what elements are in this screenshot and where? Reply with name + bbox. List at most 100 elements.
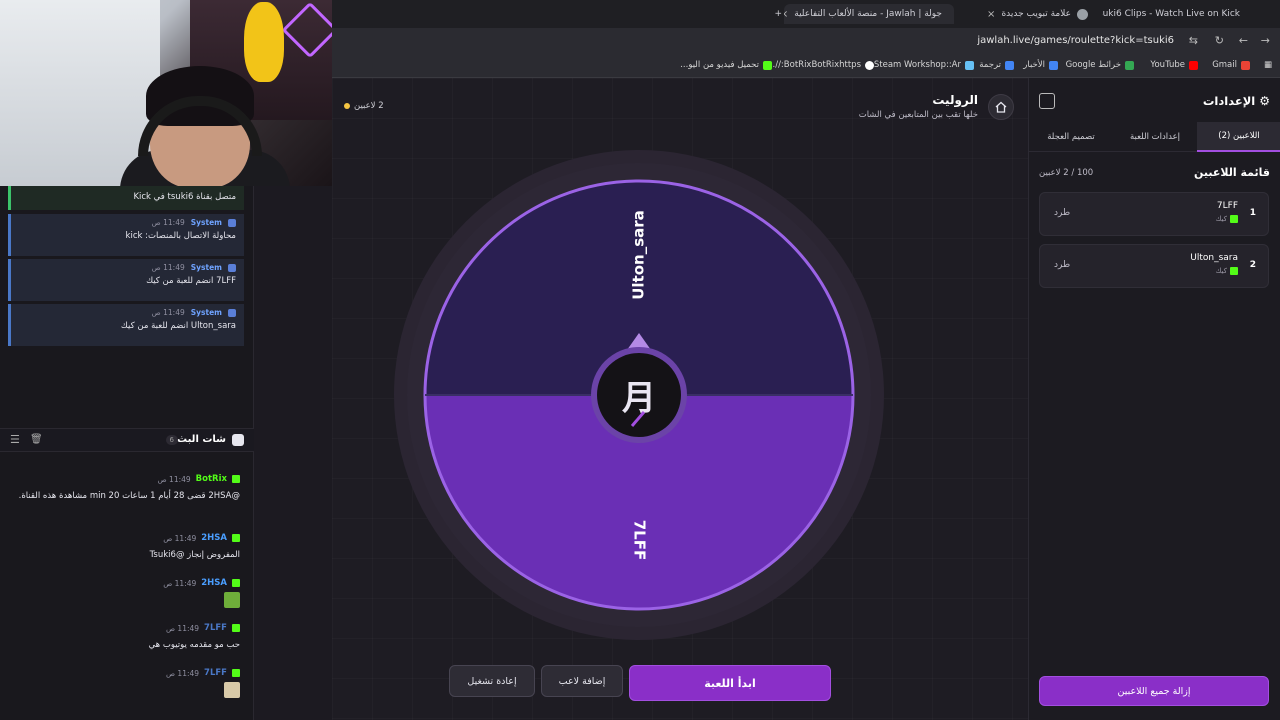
player-platform: كيك — [1216, 215, 1238, 223]
emote-icon — [224, 592, 240, 608]
wheel-graphic: Ulton_sara 7LFF 月 — [407, 163, 871, 627]
bookmarks-bar: ▦ Gmail YouTube خرائط Google الأخبار ترج… — [332, 56, 1280, 78]
player-row: 1 7LFF كيك طرد — [1039, 192, 1269, 236]
message-time: 11:49 ص — [163, 578, 197, 588]
message-user[interactable]: 2HSA — [201, 578, 227, 588]
browser-url-bar: → ← ↻ ⇆ jawlah.live/games/roulette?kick=… — [332, 28, 1280, 56]
address-input[interactable]: jawlah.live/games/roulette?kick=tsuki6 — [977, 35, 1174, 46]
chat-message: 7LFF 11:49 ص — [8, 668, 240, 702]
kick-icon — [232, 475, 240, 483]
wheel-label-ulton-sara: Ulton_sara — [630, 210, 648, 300]
chat-viewer-count: 6 — [165, 435, 178, 445]
status-dot-icon — [344, 103, 350, 109]
system-message: متصل بقناة tsuki6 في Kick — [8, 186, 244, 210]
players-count-label: 2 لاعبين — [354, 101, 384, 111]
collapse-panel-icon[interactable] — [1039, 93, 1055, 109]
bookmark-translate[interactable]: ترجمة — [979, 60, 1014, 70]
tab-game-settings[interactable]: إعدادات اللعبة — [1113, 122, 1197, 152]
system-icon — [228, 308, 236, 317]
trash-icon[interactable]: 🗑 — [30, 434, 43, 445]
chat-panel: متصل بقناة tsuki6 في Kick System 11:49 ص … — [0, 186, 254, 720]
back-arrow-icon[interactable]: → — [1261, 34, 1270, 47]
bookmark-botrix[interactable]: BotRixBotRixhttps://... — [767, 60, 874, 70]
close-icon[interactable]: × — [784, 9, 788, 20]
message-user[interactable]: 2HSA — [201, 533, 227, 543]
bookmark-news[interactable]: الأخبار — [1023, 60, 1058, 70]
reload-icon[interactable]: ↻ — [1215, 34, 1224, 47]
system-message: System 11:49 ص محاولة الاتصال بالمنصات: k… — [8, 214, 244, 256]
start-game-button[interactable]: ابدأ اللعبة — [629, 665, 831, 701]
message-time: 11:49 ص — [165, 668, 200, 678]
message-text: @2HSA قضى 28 أيام 1 ساعات 20 min مشاهدة … — [18, 491, 240, 501]
kick-icon — [232, 534, 240, 542]
maps-icon — [1125, 60, 1134, 70]
kick-icon — [1230, 267, 1238, 275]
webcam-plush-toy — [244, 2, 284, 82]
system-icon — [228, 263, 236, 272]
gear-icon: ⚙ — [1259, 94, 1270, 108]
webcam-overlay — [0, 0, 332, 186]
add-player-button[interactable]: إضافة لاعب — [541, 665, 623, 697]
page-subtitle: خلها تقب بين المتابعين في الشات — [858, 110, 978, 120]
chat-message: BotRix 11:49 ص @2HSA قضى 28 أيام 1 ساعات … — [8, 474, 240, 504]
menu-icon[interactable]: ☰ — [10, 433, 20, 446]
message-text: المفروض إنجاز @Tsuki6 — [149, 550, 240, 560]
message-user[interactable]: BotRix — [196, 474, 227, 484]
close-icon[interactable]: × — [987, 9, 995, 20]
player-number: 2 — [1249, 260, 1256, 270]
kick-icon — [232, 669, 240, 677]
tab-players[interactable]: اللاعبين (2) — [1197, 122, 1280, 152]
message-text: حب مو مقدمه يوتيوب هي — [148, 640, 240, 650]
site-settings-icon[interactable]: ⇆ — [1189, 34, 1198, 47]
settings-title: الإعدادات — [1202, 94, 1256, 108]
message-time: 11:49 ص — [151, 308, 185, 317]
player-platform: كيك — [1216, 267, 1238, 275]
settings-tabs: اللاعبين (2) إعدادات اللعبة تصميم العجلة — [1029, 122, 1280, 152]
bookmark-steam[interactable]: Steam Workshop::Ar... — [866, 60, 974, 70]
tab-kick-clips[interactable]: Tsuki6 Clips - Watch Live on Kick × — [1102, 4, 1252, 24]
message-user[interactable]: 7LFF — [204, 623, 227, 633]
bookmark-gmail[interactable]: Gmail — [1212, 60, 1250, 70]
tab-title: Tsuki6 Clips - Watch Live on Kick — [1102, 9, 1240, 19]
home-button[interactable] — [988, 94, 1014, 120]
message-text: متصل بقناة tsuki6 في Kick — [133, 192, 236, 202]
settings-header: ⚙ الإعدادات — [1203, 94, 1270, 108]
youtube-icon — [1189, 60, 1198, 70]
forward-arrow-icon[interactable]: ← — [1239, 34, 1248, 47]
chat-message: 2HSA 11:49 ص المفروض إنجاز @Tsuki6 — [8, 533, 240, 563]
bookmark-youtube[interactable]: YouTube — [1150, 60, 1198, 70]
chat-icon — [232, 434, 244, 446]
home-icon — [995, 101, 1007, 113]
settings-panel: ⚙ الإعدادات اللاعبين (2) إعدادات اللعبة … — [1028, 78, 1280, 720]
tab-jawlah[interactable]: جولة | Jawlah - منصة الألعاب التفاعلية × — [784, 4, 954, 24]
message-user[interactable]: 7LFF — [204, 668, 227, 678]
restart-button[interactable]: إعادة تشغيل — [449, 665, 535, 697]
gmail-icon — [1241, 60, 1250, 70]
tab-wheel-design[interactable]: تصميم العجلة — [1029, 122, 1113, 152]
news-icon — [1049, 60, 1058, 70]
chat-title: شات البث — [177, 434, 226, 445]
remove-all-players-button[interactable]: إزالة جميع اللاعبين — [1039, 676, 1269, 706]
message-time: 11:49 ص — [157, 474, 191, 484]
message-time: 11:49 ص — [151, 263, 185, 272]
message-user: System — [190, 263, 222, 272]
page-title: الروليت — [932, 93, 978, 107]
tab-new-tab[interactable]: علامة تبويب جديدة × — [944, 4, 1094, 24]
kick-player-button[interactable]: طرد — [1054, 260, 1070, 270]
roulette-wheel[interactable]: Ulton_sara 7LFF 月 — [394, 150, 884, 640]
players-list-count: 100 / 2 لاعبين — [1039, 168, 1094, 178]
new-tab-button[interactable]: + — [762, 4, 782, 24]
player-number: 1 — [1249, 208, 1256, 218]
apps-grid-icon[interactable]: ▦ — [1264, 60, 1272, 70]
kick-player-button[interactable]: طرد — [1054, 208, 1070, 218]
download-icon — [763, 60, 772, 70]
message-text: 7LFF انضم للعبة من كيك — [146, 276, 236, 286]
kick-icon — [232, 624, 240, 632]
system-message: System 11:49 ص Ulton_sara انضم للعبة من ك… — [8, 304, 244, 346]
bookmark-maps[interactable]: خرائط Google — [1066, 60, 1134, 70]
wheel-label-7lff: 7LFF — [631, 520, 649, 561]
player-name: Ulton_sara — [1190, 253, 1238, 263]
game-area: 2 لاعبين الروليت خلها تقب بين المتابعين … — [332, 78, 1028, 720]
bookmark-video-download[interactable]: تحميل فيديو من اليو... — [680, 60, 772, 70]
player-row: 2 Ulton_sara كيك طرد — [1039, 244, 1269, 288]
